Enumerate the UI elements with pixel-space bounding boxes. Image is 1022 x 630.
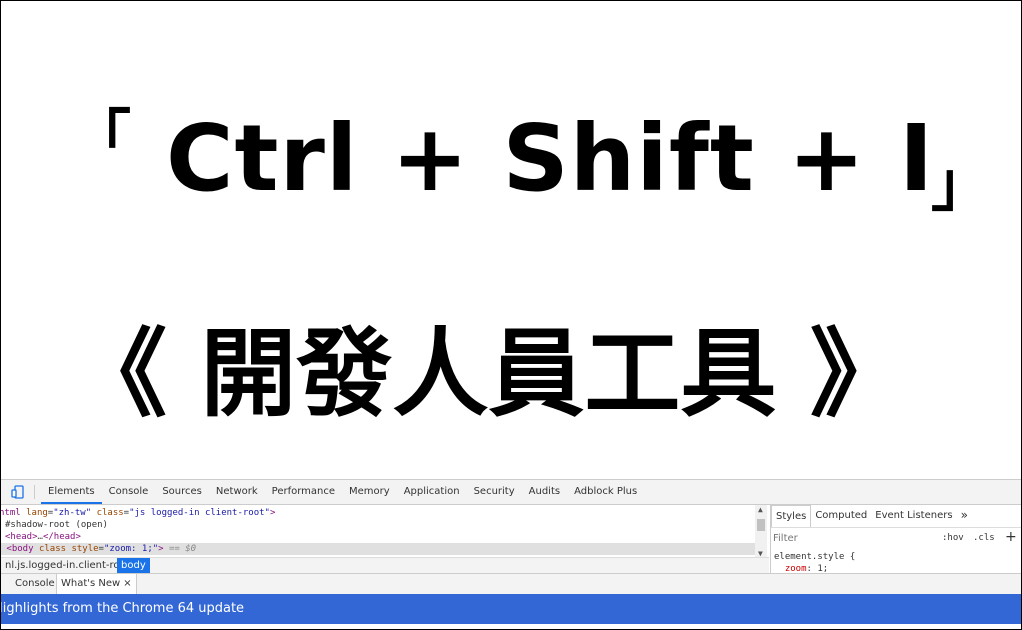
- bracket-close: 」: [931, 150, 992, 220]
- class-toggle[interactable]: .cls: [973, 533, 995, 543]
- tag-close: >: [269, 508, 276, 518]
- bracket-open: 「: [71, 104, 132, 174]
- tag-close: >: [158, 544, 164, 554]
- dom-node-html[interactable]: html lang="zh-tw" class="js logged-in cl…: [1, 507, 275, 519]
- element-style-rule: element.style { zoom: 1;: [774, 551, 855, 573]
- styles-sidebar: Styles Computed Event Listeners » :hov .…: [770, 505, 1021, 573]
- attr-class: class: [96, 508, 124, 518]
- attr-class: class: [38, 544, 67, 554]
- shadow-root-label: #shadow-root (open): [5, 520, 108, 530]
- keyboard-shortcut: Ctrl + Shift + I: [166, 105, 935, 212]
- elements-scrollbar[interactable]: ▲ ▼: [755, 505, 767, 561]
- hover-state-toggle[interactable]: :hov: [942, 533, 964, 543]
- rule-selector: element.style {: [774, 552, 856, 562]
- tab-security[interactable]: Security: [467, 480, 522, 504]
- hero-subtitle: 《 開發人員工具 》: [71, 318, 906, 430]
- attr-class-value: "js logged-in client-root": [129, 508, 270, 518]
- drawer-tab-whats-new-label: What's New: [61, 578, 121, 589]
- screenshot-frame: 「 Ctrl + Shift + I 」 《 開發人員工具 》 Elements…: [0, 0, 1022, 630]
- tab-memory[interactable]: Memory: [342, 480, 397, 504]
- selected-node-marker: == $0: [169, 544, 197, 554]
- dom-node-head[interactable]: <head>…</head>: [5, 531, 81, 543]
- tab-elements[interactable]: Elements: [41, 480, 102, 504]
- tab-event-listeners[interactable]: Event Listeners: [871, 505, 956, 527]
- tab-console[interactable]: Console: [102, 480, 156, 504]
- tab-sources[interactable]: Sources: [155, 480, 209, 504]
- tab-audits[interactable]: Audits: [522, 480, 567, 504]
- tab-performance[interactable]: Performance: [265, 480, 342, 504]
- whats-new-banner: Highlights from the Chrome 64 update: [1, 594, 1021, 624]
- more-tabs-chevron-icon[interactable]: »: [957, 505, 972, 527]
- head-close-tag: </head>: [42, 532, 81, 542]
- hero-shortcut-heading: 「 Ctrl + Shift + I 」: [61, 99, 991, 220]
- devtools-panel: Elements Console Sources Network Perform…: [1, 479, 1021, 629]
- styles-tab-strip: Styles Computed Event Listeners »: [771, 505, 1021, 528]
- tab-network[interactable]: Network: [209, 480, 265, 504]
- body-open-tag: <body: [6, 544, 34, 554]
- tab-application[interactable]: Application: [397, 480, 467, 504]
- breadcrumb-html[interactable]: nl.js.logged-in.client-root: [1, 558, 134, 573]
- devtools-tab-strip: Elements Console Sources Network Perform…: [41, 480, 644, 504]
- tab-computed[interactable]: Computed: [811, 505, 871, 527]
- dom-node-shadow-root[interactable]: #shadow-root (open): [5, 519, 108, 531]
- drawer-tab-console[interactable]: Console: [11, 574, 59, 594]
- html-tag: html: [1, 508, 21, 518]
- tab-adblock-plus[interactable]: Adblock Plus: [567, 480, 644, 504]
- styles-filter-row: :hov .cls +: [771, 529, 1021, 547]
- rule-declaration[interactable]: zoom: 1;: [774, 563, 855, 573]
- breadcrumb: nl.js.logged-in.client-root body: [1, 557, 769, 573]
- toolbar-divider: [34, 485, 35, 499]
- scroll-up-arrow-icon[interactable]: ▲: [758, 505, 763, 514]
- devtools-toolbar: Elements Console Sources Network Perform…: [1, 480, 1021, 505]
- device-toolbar-icon[interactable]: [11, 485, 25, 499]
- attr-lang-value: "zh-tw": [53, 508, 92, 518]
- close-icon[interactable]: ×: [123, 578, 131, 589]
- dom-node-body-selected[interactable]: <body class style="zoom: 1;"> == $0: [1, 543, 755, 555]
- attr-style-value: "zoom: 1;": [103, 544, 159, 554]
- tab-styles[interactable]: Styles: [771, 505, 812, 527]
- new-style-rule-button[interactable]: +: [1005, 529, 1017, 545]
- drawer-tab-whats-new[interactable]: What's New ×: [56, 574, 137, 594]
- styles-filter-input[interactable]: [773, 531, 923, 545]
- drawer-tab-strip: Console What's New ×: [1, 573, 1021, 595]
- attr-lang: lang: [26, 508, 48, 518]
- scrollbar-thumb[interactable]: [757, 519, 765, 531]
- attr-style: style: [71, 544, 99, 554]
- rule-value: 1;: [817, 564, 829, 573]
- head-open-tag: <head>: [5, 532, 38, 542]
- breadcrumb-body[interactable]: body: [117, 558, 150, 573]
- banner-text: Highlights from the Chrome 64 update: [0, 601, 245, 616]
- rule-property: zoom: [784, 564, 807, 573]
